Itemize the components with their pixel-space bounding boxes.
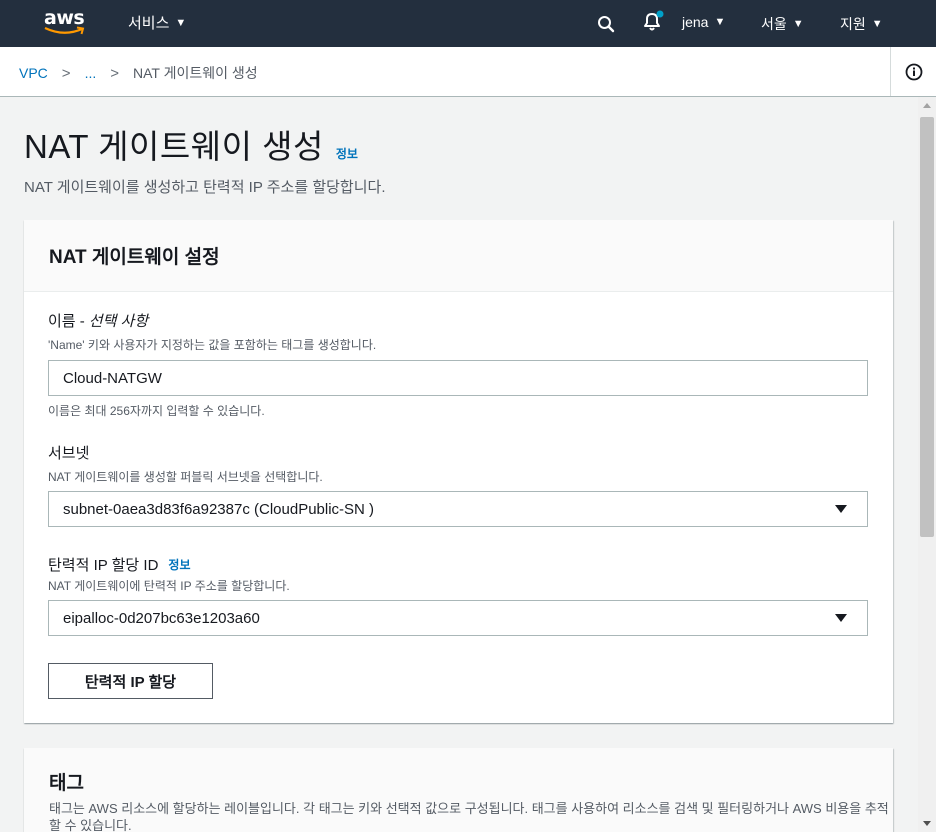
name-input[interactable]: Cloud-NATGW [48, 360, 868, 396]
info-panel-toggle[interactable] [890, 47, 936, 96]
page-heading: NAT 게이트웨이 생성 정보 [24, 120, 358, 168]
page-info-link[interactable]: 정보 [336, 145, 358, 162]
region-menu[interactable]: 서울 ▼ [761, 14, 804, 34]
subnet-label: 서브넷 [48, 442, 89, 463]
name-input-value: Cloud-NATGW [63, 369, 162, 387]
eip-label: 탄력적 IP 할당 ID 정보 [48, 554, 191, 575]
services-label: 서비스 [128, 15, 170, 32]
breadcrumb-vpc[interactable]: VPC [19, 65, 48, 81]
eip-help-text: NAT 게이트웨이에 탄력적 IP 주소를 할당합니다. [48, 579, 290, 593]
breadcrumb-ellipsis[interactable]: ... [85, 65, 97, 81]
chevron-right-icon: > [61, 64, 71, 82]
name-help-text: 'Name' 키와 사용자가 지정하는 값을 포함하는 태그를 생성합니다. [48, 338, 377, 352]
chevron-right-icon: > [110, 64, 119, 82]
user-name: jena [682, 14, 709, 30]
notification-bell-icon[interactable] [641, 10, 667, 32]
caret-down-icon [835, 505, 847, 513]
aws-smile-icon [44, 26, 85, 35]
caret-down-icon [835, 614, 847, 622]
scrollbar[interactable] [918, 97, 936, 832]
caret-down-icon: ▼ [792, 18, 804, 30]
subnet-help-text: NAT 게이트웨이를 생성할 퍼블릭 서브넷을 선택합니다. [48, 470, 323, 484]
name-optional-text: 선택 사항 [88, 313, 149, 330]
name-constraint-text: 이름은 최대 256자까지 입력할 수 있습니다. [48, 404, 265, 418]
eip-label-text: 탄력적 IP 할당 ID [48, 557, 159, 574]
page-description: NAT 게이트웨이를 생성하고 탄력적 IP 주소를 할당합니다. [24, 179, 386, 196]
eip-select[interactable]: eipalloc-0d207bc63e1203a60 [48, 600, 868, 636]
user-menu[interactable]: jena ▼ [682, 14, 725, 30]
tags-title: 태그 [49, 773, 84, 794]
panel-header: NAT 게이트웨이 설정 [24, 220, 893, 292]
nat-gateway-settings-panel: NAT 게이트웨이 설정 이름 - 선택 사항 'Name' 키와 사용자가 지… [24, 220, 893, 723]
panel-title: NAT 게이트웨이 설정 [49, 247, 220, 268]
services-menu[interactable]: 서비스 ▼ [128, 12, 186, 33]
breadcrumb-bar: VPC > ... > NAT 게이트웨이 생성 [0, 47, 936, 97]
breadcrumb: VPC > ... > NAT 게이트웨이 생성 [19, 63, 258, 83]
name-label-text: 이름 - [48, 313, 85, 330]
eip-info-link[interactable]: 정보 [168, 556, 190, 573]
tags-description: 태그는 AWS 리소스에 할당하는 레이블입니다. 각 태그는 키와 선택적 값… [49, 801, 889, 832]
scroll-down-arrow-icon[interactable] [923, 821, 931, 826]
subnet-select[interactable]: subnet-0aea3d83f6a92387c (CloudPublic-SN… [48, 491, 868, 527]
caret-down-icon: ▼ [714, 16, 726, 28]
subnet-label-text: 서브넷 [48, 445, 90, 462]
search-icon[interactable] [597, 15, 615, 33]
scrollbar-thumb[interactable] [920, 117, 934, 537]
tags-panel: 태그 태그는 AWS 리소스에 할당하는 레이블입니다. 각 태그는 키와 선택… [24, 748, 893, 832]
allocate-eip-button[interactable]: 탄력적 IP 할당 [48, 663, 213, 699]
support-menu[interactable]: 지원 ▼ [840, 14, 883, 34]
subnet-select-value: subnet-0aea3d83f6a92387c (CloudPublic-SN… [63, 500, 375, 518]
caret-down-icon: ▼ [175, 16, 187, 29]
scroll-up-arrow-icon[interactable] [923, 103, 931, 108]
page-title: NAT 게이트웨이 생성 [24, 128, 324, 165]
aws-logo-text: aws [44, 7, 85, 29]
caret-down-icon: ▼ [871, 18, 883, 30]
breadcrumb-current: NAT 게이트웨이 생성 [133, 65, 258, 81]
support-label: 지원 [840, 16, 866, 32]
info-circle-icon [905, 63, 922, 80]
top-navigation: aws 서비스 ▼ jena ▼ 서울 ▼ 지원 ▼ [0, 0, 936, 47]
name-label: 이름 - 선택 사항 [48, 310, 148, 331]
region-name: 서울 [761, 16, 787, 32]
aws-logo[interactable]: aws [44, 8, 88, 38]
eip-select-value: eipalloc-0d207bc63e1203a60 [63, 609, 260, 627]
